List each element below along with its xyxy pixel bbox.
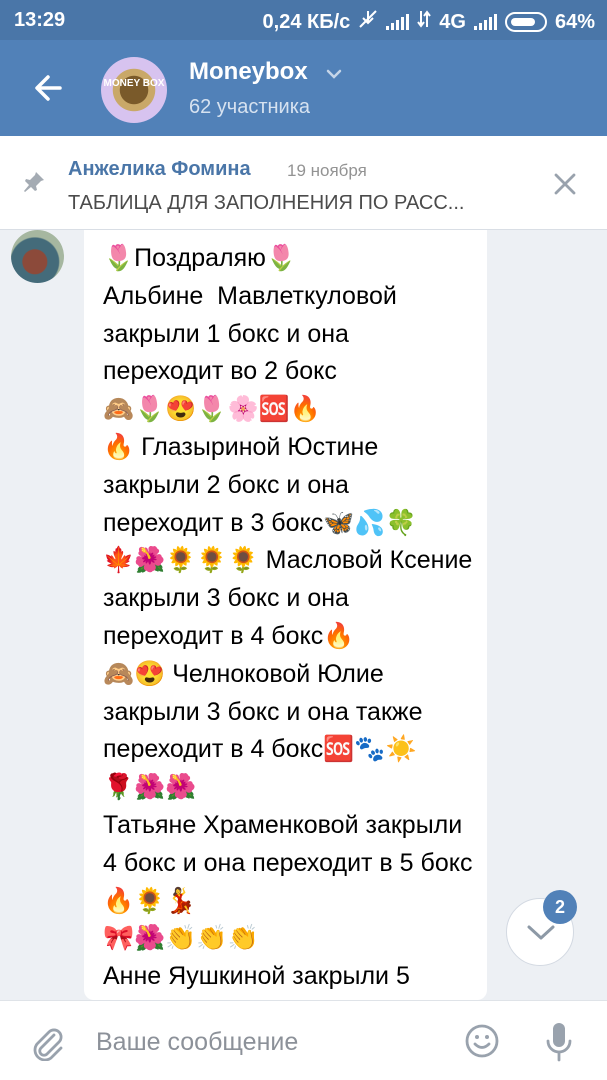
pin-icon <box>24 172 44 192</box>
mute-icon <box>358 9 378 35</box>
status-right: 0,24 КБ/с 4G 64% <box>263 9 595 35</box>
network-speed: 0,24 КБ/с <box>262 10 351 33</box>
pinned-author: Анжелика Фомина <box>68 158 251 180</box>
signal-icon-2 <box>473 14 497 30</box>
message-text: 🌷Поздраляю🌷 Альбине Мавлеткуловой закрыл… <box>103 244 473 991</box>
message-composer <box>0 1000 607 1080</box>
sender-avatar[interactable] <box>11 230 64 283</box>
chat-header: MONEY BOX Moneybox 62 участника <box>0 40 607 136</box>
chat-title[interactable]: Moneybox <box>189 58 308 86</box>
unread-badge: 2 <box>543 890 577 924</box>
group-avatar[interactable]: MONEY BOX <box>101 57 167 123</box>
network-type: 4G <box>439 10 466 33</box>
emoji-icon[interactable] <box>464 1023 500 1059</box>
chevron-down-icon <box>527 925 555 940</box>
attach-icon[interactable] <box>28 1023 66 1061</box>
group-avatar-label: MONEY BOX <box>103 78 165 89</box>
pinned-text: ТАБЛИЦА ДЛЯ ЗАПОЛНЕНИЯ ПО РАСС... <box>68 192 465 214</box>
status-bar: 13:29 0,24 КБ/с 4G 64% <box>0 0 607 40</box>
status-time: 13:29 <box>14 9 66 31</box>
battery-icon <box>504 12 547 32</box>
pinned-date: 19 ноября <box>287 161 367 180</box>
message-input[interactable] <box>96 1025 436 1059</box>
data-arrows-icon <box>417 9 432 35</box>
chevron-down-icon[interactable] <box>326 68 342 80</box>
signal-icon <box>386 14 410 30</box>
pinned-message[interactable]: Анжелика Фомина 19 ноября ТАБЛИЦА ДЛЯ ЗА… <box>0 136 607 230</box>
battery-percent: 64% <box>554 10 595 33</box>
microphone-icon[interactable] <box>545 1021 573 1063</box>
back-arrow-icon[interactable] <box>30 68 70 108</box>
members-count: 62 участника <box>189 96 311 118</box>
message-bubble: 🌷Поздраляю🌷 Альбине Мавлеткуловой закрыл… <box>84 230 487 1000</box>
close-icon[interactable] <box>553 172 577 196</box>
